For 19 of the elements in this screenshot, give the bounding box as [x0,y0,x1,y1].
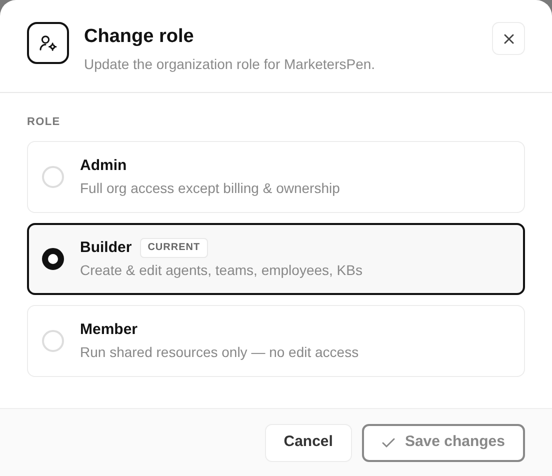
role-name: Admin [80,156,127,176]
role-option[interactable]: Member Run shared resources only — no edit access [27,305,525,377]
role-description: Create & edit agents, teams, employees, KBs [80,261,362,280]
role-description: Full org access except billing & ownership [80,179,340,198]
close-button[interactable] [492,22,525,55]
user-settings-icon [27,22,69,64]
dialog-subtitle: Update the organization role for MarketersPen. [84,55,376,74]
cancel-button[interactable]: Cancel [264,424,352,462]
current-badge: CURRENT [140,238,208,258]
check-icon [382,438,395,448]
radio-button[interactable] [42,248,64,270]
close-icon [502,32,514,44]
role-name: Builder [80,238,132,258]
role-option[interactable]: Builder CURRENT Create & edit agents, teams, employees, KBs [27,223,525,295]
role-option[interactable]: Admin Full org access except billing & ownership [27,141,525,213]
role-name: Member [80,320,138,340]
role-description: Run shared resources only — no edit access [80,343,359,362]
dialog-title: Change role [84,25,195,49]
section-label: ROLE [27,115,62,129]
